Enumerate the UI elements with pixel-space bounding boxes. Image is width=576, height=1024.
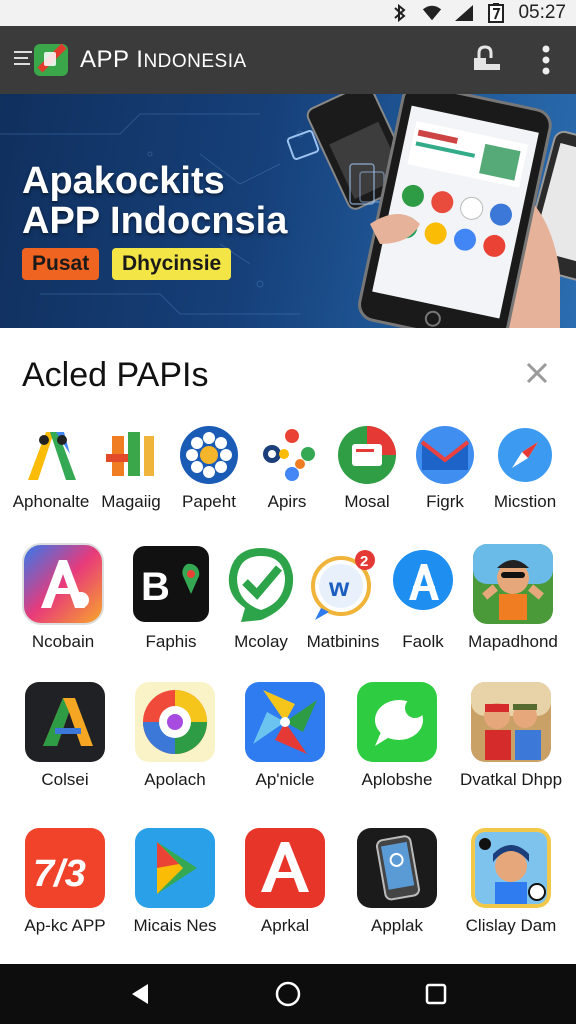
bv-pin-icon: B (129, 542, 213, 626)
svg-text:w: w (328, 572, 350, 602)
app-aplobshe[interactable]: Aplobshe (342, 680, 452, 790)
app-magaiig[interactable]: Magaiig (90, 424, 172, 512)
chat-bubble-icon (355, 680, 439, 764)
banner-title-line1: Apakockits (22, 160, 225, 202)
app-label: Apirs (267, 492, 307, 511)
adventure-game-icon (469, 680, 553, 764)
app-label: Aphonalte (12, 492, 90, 511)
app-ncobain[interactable]: Ncobain (8, 542, 118, 652)
red-a-icon (243, 826, 327, 910)
banner-badge-pusat[interactable]: Pusat (22, 248, 100, 280)
app-apnicle[interactable]: Ap'nicle (230, 680, 340, 790)
colorful-a-icon (20, 424, 82, 486)
app-aprkal[interactable]: Aprkal (230, 826, 340, 936)
lock-share-icon[interactable] (470, 42, 504, 76)
app-applak[interactable]: Applak (342, 826, 452, 936)
triangle-a-icon (23, 680, 107, 764)
recents-icon[interactable] (422, 980, 450, 1008)
navigation-bar (0, 964, 576, 1024)
banner-badge-dhycinsie[interactable]: Dhycinsie (112, 248, 232, 280)
app-colsei[interactable]: Colsei (10, 680, 120, 790)
app-title: APP INDONESIA (80, 46, 247, 73)
envelope-icon (414, 424, 476, 486)
compass-icon (494, 424, 556, 486)
home-icon[interactable] (274, 980, 302, 1008)
app-label: Mosal (344, 492, 390, 511)
app-label: Ap'nicle (255, 770, 315, 789)
app-logo-icon (30, 38, 72, 80)
app-label: Papeht (182, 492, 236, 511)
app-papeht[interactable]: Papeht (168, 424, 250, 512)
app-dvatkal-dhpp[interactable]: Dvatkal Dhpp (456, 680, 566, 790)
app-label: Faolk (402, 632, 444, 651)
promo-banner[interactable]: Apakockits APP Indocnsia Pusat Dhycinsie (0, 94, 576, 328)
phone-device-icon (355, 826, 439, 910)
app-label: Apolach (144, 770, 206, 789)
app-label: Micais Nes (133, 916, 217, 935)
app-label: Ap-kc APP (24, 916, 106, 935)
svg-text:B: B (141, 565, 170, 609)
app-label: Applak (371, 916, 423, 935)
app-aphonalte[interactable]: Aphonalte (10, 424, 92, 512)
signal-icon (454, 3, 474, 23)
app-label: Aplobshe (361, 770, 433, 789)
app-mapadhond[interactable]: Mapadhond (458, 542, 568, 652)
back-icon[interactable] (126, 980, 154, 1008)
app-label: Colsei (41, 770, 89, 789)
app-apkc-app[interactable]: 7/3 Ap-kc APP (10, 826, 120, 936)
pinwheel-icon (243, 680, 327, 764)
app-bar: APP INDONESIA (0, 26, 576, 94)
close-icon[interactable] (522, 358, 552, 388)
bluetooth-icon (390, 3, 410, 23)
app-figrk[interactable]: Figrk (404, 424, 486, 512)
wifi-icon (422, 3, 442, 23)
play-store-icon (133, 826, 217, 910)
player-character-icon (469, 826, 553, 910)
app-label: Ncobain (31, 632, 95, 651)
app-micstion[interactable]: Micstion (484, 424, 566, 512)
app-label: Aprkal (260, 916, 310, 935)
seven-logo-icon: 7/3 (23, 826, 107, 910)
swirl-icon (133, 680, 217, 764)
section-title: Acled PAPIs (22, 356, 209, 394)
app-label: Micstion (493, 492, 557, 511)
app-label: Figrk (426, 492, 464, 511)
app-apirs[interactable]: Apirs (246, 424, 328, 512)
app-clislay-dam[interactable]: Clislay Dam (456, 826, 566, 936)
phones-illustration (286, 94, 576, 328)
status-bar: 05:27 (0, 0, 576, 26)
dots-icon (256, 424, 318, 486)
gradient-a-icon (21, 542, 105, 626)
app-micais-nes[interactable]: Micais Nes (120, 826, 230, 936)
window-card-icon (336, 424, 398, 486)
app-label: Faphis (145, 632, 197, 651)
more-vert-icon[interactable] (536, 44, 556, 76)
app-apolach[interactable]: Apolach (120, 680, 230, 790)
svg-text:7/3: 7/3 (33, 853, 86, 895)
app-label: Clislay Dam (465, 916, 557, 935)
app-mosal[interactable]: Mosal (326, 424, 408, 512)
app-label: Magaiig (101, 492, 161, 511)
sun-flower-icon (178, 424, 240, 486)
fj-blocks-icon (100, 424, 162, 486)
app-label: Mapadhond (468, 632, 558, 651)
banner-title-line2: APP Indocnsia (22, 200, 288, 242)
status-time: 05:27 (518, 2, 566, 23)
app-label: Mcolay (234, 632, 288, 651)
app-store-a-icon (381, 542, 465, 626)
battery-icon (486, 3, 506, 23)
app-label: Dvatkal Dhpp (459, 770, 563, 789)
app-section: Acled PAPIs Aphonalte Magaiig Papeht Api… (0, 328, 576, 964)
character-game-icon (471, 542, 555, 626)
